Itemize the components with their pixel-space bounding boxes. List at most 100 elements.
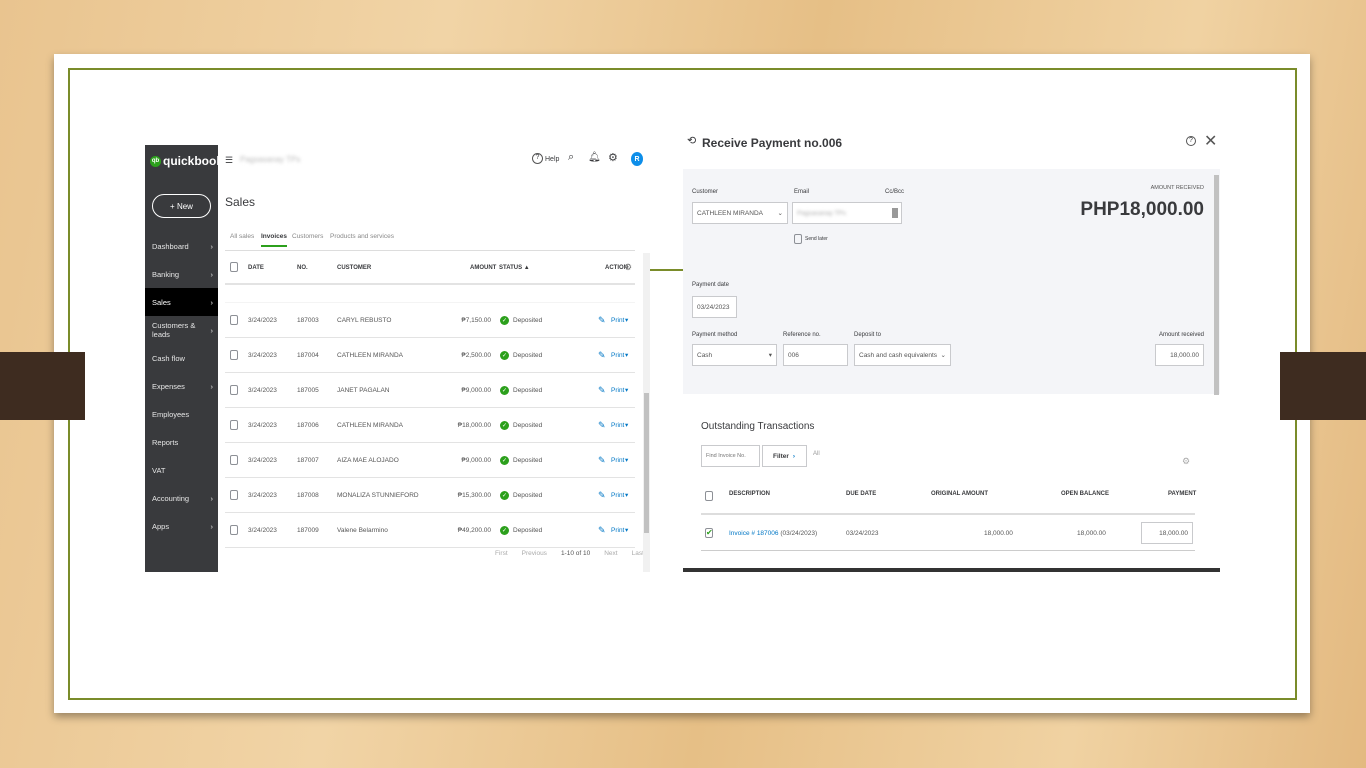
email-field[interactable]: Pagsasanay TPs (792, 202, 902, 224)
gear-icon[interactable]: ⚙ (608, 151, 618, 164)
table-settings-gear-icon[interactable]: ⚙ (624, 262, 632, 273)
col-customer[interactable]: CUSTOMER (337, 265, 371, 271)
edit-pencil-icon[interactable]: ✎ (598, 455, 606, 466)
caret-down-icon[interactable]: ▾ (625, 386, 628, 394)
cc-bcc-link[interactable]: Cc/Bcc (885, 189, 904, 195)
help-icon[interactable]: ? (1186, 136, 1196, 146)
payment-date-label: Payment date (692, 282, 730, 288)
row-checkbox-checked[interactable]: ✔ (705, 528, 713, 538)
previous-page[interactable]: Previous (522, 550, 547, 557)
row-checkbox[interactable] (230, 385, 238, 395)
sidebar-item[interactable]: Banking › (145, 260, 218, 288)
print-link[interactable]: Print (611, 527, 624, 534)
sidebar-item[interactable]: Cash flow (145, 344, 218, 372)
caret-down-icon[interactable]: ▾ (625, 316, 628, 324)
page-range: 1-10 of 10 (560, 550, 591, 557)
history-icon[interactable]: ⟲ (687, 134, 696, 147)
scrollbar[interactable] (1214, 175, 1219, 395)
caret-down-icon[interactable]: ▾ (625, 491, 628, 499)
amount-received-field-label: Amount received (1158, 332, 1204, 338)
table-row[interactable]: 3/24/2023 187006 CATHLEEN MIRANDA ₱18,00… (225, 408, 635, 443)
invoice-link[interactable]: Invoice # 187006 (729, 530, 779, 537)
first-page[interactable]: First (495, 550, 508, 557)
tab[interactable]: All sales (230, 233, 254, 245)
col-no[interactable]: NO. (297, 265, 308, 271)
avatar[interactable]: R (631, 152, 643, 166)
scrollbar[interactable] (643, 253, 650, 572)
filter-button[interactable]: Filter › (762, 445, 807, 467)
edit-pencil-icon[interactable]: ✎ (598, 385, 606, 396)
table-row[interactable]: 3/24/2023 187004 CATHLEEN MIRANDA ₱2,500… (225, 338, 635, 373)
chevron-right-icon: › (210, 297, 214, 307)
bell-icon[interactable]: 🔔︎ (588, 152, 601, 163)
row-checkbox[interactable] (230, 525, 238, 535)
sidebar-item[interactable]: VAT (145, 456, 218, 484)
table-row[interactable]: 3/24/2023 187008 MONALIZA STUNNIEFORD ₱1… (225, 478, 635, 513)
close-icon[interactable]: ✕ (1204, 131, 1217, 151)
open-balance: 18,000.00 (1077, 530, 1106, 537)
caret-down-icon[interactable]: ▾ (625, 456, 628, 464)
amount-received-field[interactable]: 18,000.00 (1155, 344, 1204, 366)
send-later-checkbox[interactable] (794, 234, 802, 244)
sidebar-item[interactable]: Accounting › (145, 484, 218, 512)
col-status[interactable]: STATUS ▲ (499, 265, 530, 271)
row-checkbox[interactable] (230, 455, 238, 465)
tab[interactable]: Products and services (330, 233, 394, 245)
caret-down-icon[interactable]: ▾ (625, 421, 628, 429)
row-checkbox[interactable] (230, 420, 238, 430)
table-row[interactable]: 3/24/2023 187003 CARYL REBUSTO ₱7,150.00… (225, 303, 635, 338)
edit-pencil-icon[interactable]: ✎ (598, 350, 606, 361)
select-all-checkbox[interactable] (230, 262, 238, 272)
print-link[interactable]: Print (611, 492, 624, 499)
sidebar-item[interactable]: Expenses › (145, 372, 218, 400)
print-link[interactable]: Print (611, 387, 624, 394)
print-link[interactable]: Print (611, 352, 624, 359)
menu-toggle-icon[interactable]: ☰ (225, 155, 233, 166)
table-row[interactable]: 3/24/2023 187007 AIZA MAE ALOJADO ₱9,000… (225, 443, 635, 478)
print-link[interactable]: Print (611, 422, 624, 429)
print-link[interactable]: Print (611, 317, 624, 324)
deposit-to-select[interactable]: Cash and cash equivalents ⌄ (854, 344, 951, 366)
gear-icon[interactable]: ⚙ (1182, 456, 1190, 467)
payment-method-select[interactable]: Cash ▾ (692, 344, 777, 366)
tab[interactable]: Invoices (261, 233, 288, 247)
col-amount[interactable]: AMOUNT (470, 265, 496, 271)
table-row[interactable]: 3/24/2023 187009 Valene Belarmino ₱49,20… (225, 513, 635, 548)
edit-pencil-icon[interactable]: ✎ (598, 420, 606, 431)
edit-pencil-icon[interactable]: ✎ (598, 525, 606, 536)
filter-all: All (813, 451, 820, 457)
search-icon[interactable]: ⌕ (568, 151, 574, 164)
row-checkbox[interactable] (230, 315, 238, 325)
select-all-checkbox[interactable] (705, 491, 713, 501)
sidebar-item[interactable]: Reports (145, 428, 218, 456)
sidebar-item[interactable]: Customers & leads › (145, 316, 218, 344)
col-date[interactable]: DATE (248, 265, 264, 271)
reference-field[interactable]: 006 (783, 344, 848, 366)
help-icon[interactable]: ? (532, 153, 543, 164)
payment-date-field[interactable]: 03/24/2023 (692, 296, 737, 318)
sidebar: qb quickbooks + New Dashboard › Banking › Sal… (145, 145, 230, 572)
edit-pencil-icon[interactable]: ✎ (598, 315, 606, 326)
receive-payment-screenshot: ⟲ Receive Payment no.006 ? ✕ Customer CA… (683, 125, 1220, 572)
help-link[interactable]: Help (545, 156, 559, 163)
new-button[interactable]: + New (152, 194, 211, 218)
table-row[interactable]: 3/24/2023 187005 JANET PAGALAN ₱9,000.00… (225, 373, 635, 408)
edit-pencil-icon[interactable]: ✎ (598, 490, 606, 501)
sidebar-item[interactable]: Apps › (145, 512, 218, 540)
check-circle-icon: ✓ (500, 491, 509, 500)
find-invoice-input[interactable] (701, 445, 760, 467)
payment-input[interactable]: 18,000.00 (1141, 522, 1193, 544)
next-page[interactable]: Next (604, 550, 617, 557)
sidebar-item[interactable]: Dashboard › (145, 232, 218, 260)
caret-down-icon[interactable]: ▾ (625, 526, 628, 534)
partial-row (225, 285, 635, 303)
customer-select[interactable]: CATHLEEN MIRANDA ⌄ (692, 202, 788, 224)
row-checkbox[interactable] (230, 490, 238, 500)
sidebar-item[interactable]: Employees (145, 400, 218, 428)
tab[interactable]: Customers (292, 233, 323, 245)
row-checkbox[interactable] (230, 350, 238, 360)
sidebar-item[interactable]: Sales › (145, 288, 218, 316)
caret-down-icon[interactable]: ▾ (625, 351, 628, 359)
print-link[interactable]: Print (611, 457, 624, 464)
transactions-header: DESCRIPTION DUE DATE ORIGINAL AMOUNT OPE… (701, 475, 1196, 515)
